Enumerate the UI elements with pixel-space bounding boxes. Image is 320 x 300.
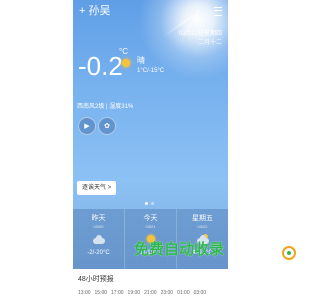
day-date: 03/20 xyxy=(93,224,104,229)
watermark-logo xyxy=(282,246,296,260)
air-quality-button[interactable]: ✿ xyxy=(98,117,116,135)
lunar-date: 二月十二 xyxy=(197,40,222,46)
day-date: 03/22 xyxy=(197,224,208,229)
solar-date: 03月21日星期四 xyxy=(178,31,222,37)
hour-label: 21:00 xyxy=(144,290,157,296)
cloud-icon xyxy=(92,234,106,244)
day-card-yesterday[interactable]: 昨天 03/20 -2/-20°C xyxy=(73,209,125,269)
sun-icon xyxy=(122,59,130,67)
day-name: 昨天 xyxy=(91,215,106,222)
date-block: 03月21日星期四 二月十二 xyxy=(179,30,222,48)
temperature-unit: °C xyxy=(119,47,128,56)
hour-label: 23:00 xyxy=(160,290,174,296)
day-name: 今天 xyxy=(143,215,158,222)
hour-label: 17:00 xyxy=(111,290,124,296)
day-name: 星期五 xyxy=(192,215,213,222)
page-dot xyxy=(145,202,148,205)
hour-label: 03:00 xyxy=(193,290,207,296)
menu-icon[interactable] xyxy=(214,7,222,16)
voice-broadcast-button[interactable]: ▶ xyxy=(78,117,96,135)
day-date: 03/21 xyxy=(145,224,156,229)
day-temperature-range: -2/-20°C xyxy=(87,250,110,256)
speaker-icon: ▶ xyxy=(84,123,90,130)
weather-condition: 晴 xyxy=(137,56,145,65)
hour-label: 13:00 xyxy=(78,290,91,296)
hourly-title: 48小时预报 xyxy=(78,276,114,283)
hour-label: 01:00 xyxy=(177,290,190,296)
temperature-range: 1°C/-15°C xyxy=(137,68,165,74)
city-selector[interactable]: + 孙吴 xyxy=(79,4,110,18)
forecast-button[interactable]: 逐诶天气 > xyxy=(77,181,117,195)
hour-list: 13:00 15:00 17:00 19:00 21:00 23:00 01:0… xyxy=(78,290,206,296)
hour-label: 15:00 xyxy=(94,290,108,296)
top-bar: + 孙吴 xyxy=(77,4,224,18)
page-dot xyxy=(151,202,154,205)
page-indicator xyxy=(145,202,154,205)
hour-label: 19:00 xyxy=(127,290,141,296)
watermark-text: 免费自动收录 xyxy=(134,241,225,258)
wind-humidity: 西南风2级 | 湿度31% xyxy=(77,104,134,110)
leaf-icon: ✿ xyxy=(104,123,110,130)
hourly-forecast: 48小时预报 13:00 15:00 17:00 19:00 21:00 23:… xyxy=(73,269,228,300)
current-temperature: -0.2 xyxy=(78,51,123,81)
